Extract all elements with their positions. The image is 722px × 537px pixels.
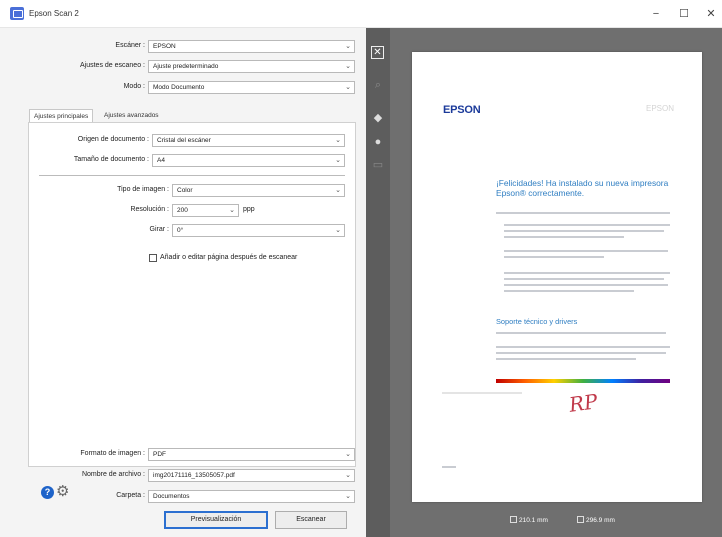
main-settings-panel: Origen de documento : Cristal del escáne…	[28, 122, 356, 467]
preview-width: 210.1 mm	[510, 516, 548, 524]
add-edit-pages-label[interactable]: Añadir o editar página después de escane…	[160, 254, 297, 261]
minimize-button[interactable]: −	[642, 4, 670, 24]
preview-subheading: Soporte técnico y drivers	[496, 317, 578, 326]
settings-icon[interactable]: ●	[370, 134, 386, 150]
preview-panel: ✕ ⌕ ◆ ● ▭ EPSON EPSON ¡Felicidades! Ha i…	[366, 28, 722, 537]
text-line	[504, 256, 604, 258]
close-window-button[interactable]: ✕	[697, 4, 722, 24]
epson-logo-faint: EPSON	[646, 104, 675, 113]
preview-heading: ¡Felicidades! Ha instalado su nueva impr…	[496, 178, 669, 198]
text-line	[496, 358, 636, 360]
text-line	[504, 284, 668, 286]
text-line	[504, 272, 670, 274]
image-type-label: Tipo de imagen :	[117, 186, 169, 193]
mode-select[interactable]: Modo Documento ⌄	[148, 81, 355, 94]
image-format-value: PDF	[153, 451, 166, 458]
text-line	[504, 290, 634, 292]
height-icon	[577, 516, 584, 523]
image-type-value: Color	[177, 187, 193, 194]
document-size-label: Tamaño de documento :	[73, 156, 149, 163]
tab-main-settings[interactable]: Ajustes principales	[29, 109, 94, 123]
width-icon	[510, 516, 517, 523]
scanner-select[interactable]: EPSON ⌄	[148, 40, 355, 53]
chevron-down-icon: ⌄	[335, 157, 341, 164]
maximize-button[interactable]: ☐	[670, 4, 698, 24]
text-line	[504, 278, 664, 280]
help-icon[interactable]: ?	[41, 486, 54, 499]
preview-button[interactable]: Previsualización	[164, 511, 268, 529]
resolution-combobox[interactable]: 200 ⌄	[172, 204, 239, 217]
resolution-label: Resolución :	[130, 206, 169, 213]
chevron-down-icon: ⌄	[335, 227, 341, 234]
mode-label: Modo :	[123, 83, 145, 90]
preview-toolbar: ✕ ⌕ ◆ ● ▭	[366, 28, 390, 537]
scan-settings-select[interactable]: Ajuste predeterminado ⌄	[148, 60, 355, 73]
scan-settings-value: Ajuste predeterminado	[153, 63, 219, 70]
scan-button[interactable]: Escanear	[275, 511, 347, 529]
chevron-down-icon: ⌄	[335, 137, 341, 144]
document-source-select[interactable]: Cristal del escáner ⌄	[152, 134, 345, 147]
scanner-label: Escáner :	[115, 42, 145, 49]
window-title: Epson Scan 2	[29, 9, 79, 18]
chevron-down-icon: ⌄	[345, 84, 351, 91]
rotate-select[interactable]: 0° ⌄	[172, 224, 345, 237]
footer-mark	[442, 466, 456, 468]
crop-icon[interactable]: ▭	[370, 157, 386, 173]
rotate-label: Girar :	[149, 226, 169, 233]
chevron-down-icon: ⌄	[345, 472, 351, 479]
text-line	[496, 352, 666, 354]
folder-value: Documentos	[153, 493, 190, 500]
scanner-value: EPSON	[153, 43, 176, 50]
text-line	[496, 212, 670, 214]
add-edit-pages-checkbox[interactable]	[149, 254, 157, 262]
preview-height: 296.9 mm	[577, 516, 615, 524]
tab-advanced-settings[interactable]: Ajustes avanzados	[100, 109, 163, 123]
document-source-label: Origen de documento :	[77, 136, 149, 143]
chevron-down-icon: ⌄	[345, 493, 351, 500]
image-format-label: Formato de imagen :	[80, 450, 145, 457]
document-size-value: A4	[157, 157, 165, 164]
rotate-icon[interactable]: ◆	[370, 110, 386, 126]
mode-value: Modo Documento	[153, 84, 205, 91]
chevron-down-icon: ⌄	[345, 43, 351, 50]
file-name-select[interactable]: img20171116_13505057.pdf ⌄	[148, 469, 355, 482]
text-line	[504, 236, 624, 238]
text-line	[504, 224, 670, 226]
chevron-down-icon: ⌄	[229, 207, 235, 214]
title-bar: Epson Scan 2 − ☐ ✕	[0, 0, 722, 28]
document-size-select[interactable]: A4 ⌄	[152, 154, 345, 167]
text-line	[504, 230, 664, 232]
rotate-value: 0°	[177, 227, 184, 234]
resolution-value: 200	[177, 207, 188, 214]
folder-select[interactable]: Documentos ⌄	[148, 490, 355, 503]
epson-logo: EPSON	[443, 104, 481, 116]
chevron-down-icon: ⌄	[345, 451, 351, 458]
close-icon[interactable]: ✕	[371, 46, 384, 59]
text-line	[496, 346, 670, 348]
chevron-down-icon: ⌄	[345, 63, 351, 70]
document-source-value: Cristal del escáner	[157, 137, 211, 144]
text-line	[442, 392, 522, 394]
section-divider	[39, 175, 345, 176]
resolution-unit: ppp	[243, 206, 255, 213]
app-icon	[10, 7, 24, 20]
preview-page: EPSON EPSON ¡Felicidades! Ha instalado s…	[412, 52, 702, 502]
file-name-value: img20171116_13505057.pdf	[153, 472, 235, 479]
image-format-select[interactable]: PDF ⌄	[148, 448, 355, 461]
text-line	[496, 332, 666, 334]
chevron-down-icon: ⌄	[335, 187, 341, 194]
zoom-icon[interactable]: ⌕	[370, 77, 386, 93]
settings-panel: Escáner : EPSON ⌄ Ajustes de escaneo : A…	[0, 28, 366, 537]
text-line	[504, 250, 668, 252]
image-type-select[interactable]: Color ⌄	[172, 184, 345, 197]
signature: RP	[567, 389, 600, 417]
gear-icon[interactable]: ⚙	[56, 483, 69, 501]
file-name-label: Nombre de archivo :	[81, 471, 145, 478]
scan-settings-label: Ajustes de escaneo :	[80, 62, 145, 69]
color-bar	[496, 379, 670, 383]
